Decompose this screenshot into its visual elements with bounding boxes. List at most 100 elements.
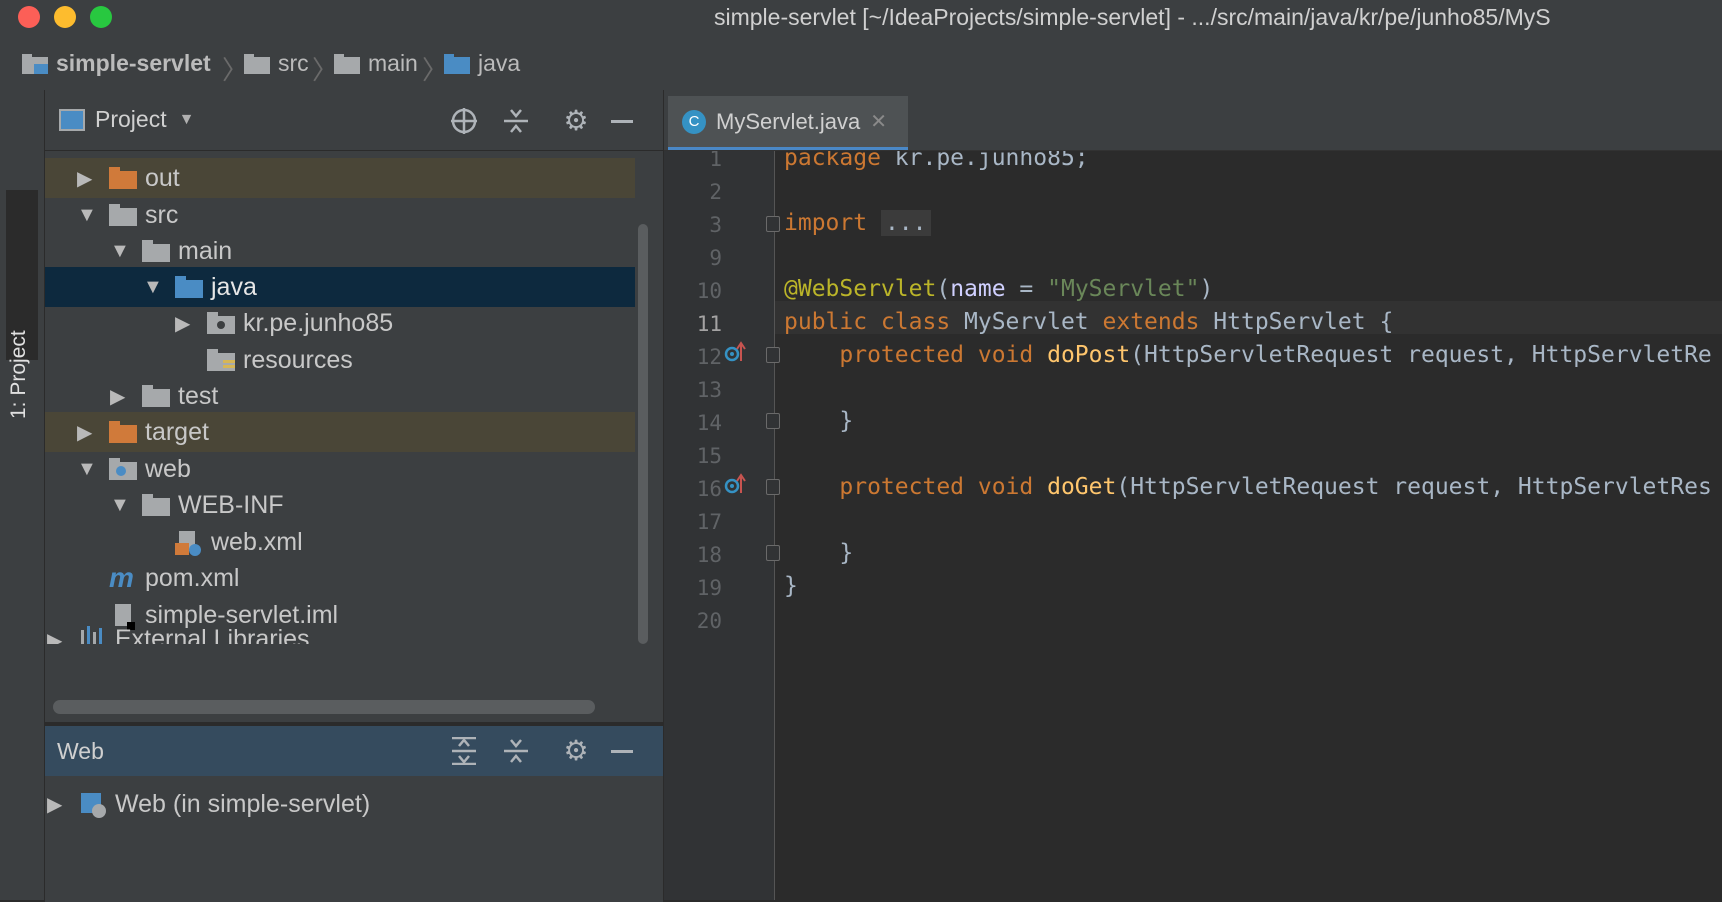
collapse-arrow-icon[interactable]: ▼ bbox=[110, 494, 132, 517]
tree-item-test[interactable]: ▶ test bbox=[45, 376, 635, 416]
web-facet-item[interactable]: ▶ Web (in simple-servlet) bbox=[45, 784, 635, 824]
tree-item-package[interactable]: ▶ kr.pe.junho85 bbox=[45, 303, 635, 343]
xml-file-icon bbox=[175, 531, 203, 556]
zoom-window-button[interactable] bbox=[90, 6, 112, 28]
chevron-down-icon: ▼ bbox=[178, 110, 195, 128]
web-panel-title: Web bbox=[57, 738, 104, 764]
tree-vertical-scrollbar[interactable] bbox=[638, 224, 648, 644]
tree-item-label: java bbox=[211, 272, 257, 301]
breadcrumb-item-main[interactable]: main bbox=[334, 48, 418, 78]
source-folder-icon bbox=[175, 276, 203, 298]
fold-toggle-icon[interactable] bbox=[766, 347, 780, 363]
gear-icon: ⚙ bbox=[563, 105, 589, 136]
code-keyword: extends bbox=[1102, 309, 1200, 335]
expand-arrow-icon[interactable]: ▶ bbox=[110, 384, 132, 409]
fold-toggle-icon[interactable] bbox=[766, 479, 780, 495]
package-icon bbox=[207, 312, 235, 334]
tab-myservlet-java[interactable]: C MyServlet.java ✕ bbox=[668, 96, 908, 150]
expand-arrow-icon[interactable]: ▶ bbox=[47, 618, 69, 644]
override-method-icon[interactable] bbox=[724, 473, 746, 495]
line-number: 14 bbox=[696, 411, 722, 435]
fold-toggle-icon[interactable] bbox=[766, 216, 780, 232]
tree-item-main[interactable]: ▼ main bbox=[45, 231, 635, 271]
collapse-arrow-icon[interactable]: ▼ bbox=[77, 458, 99, 481]
maven-icon: m bbox=[109, 562, 134, 593]
code-text: HttpServletRes bbox=[1504, 474, 1712, 500]
minimize-icon bbox=[611, 119, 633, 123]
project-tool-window-button[interactable]: 1: Project bbox=[6, 190, 38, 419]
libraries-icon bbox=[79, 626, 107, 644]
tree-horizontal-scrollbar[interactable] bbox=[53, 700, 595, 714]
tree-item-web[interactable]: ▼ web bbox=[45, 449, 635, 489]
minimize-window-button[interactable] bbox=[54, 6, 76, 28]
web-facet-icon bbox=[79, 793, 107, 818]
web-facet-label: Web (in simple-servlet) bbox=[115, 789, 371, 818]
tree-item-web-inf[interactable]: ▼ WEB-INF bbox=[45, 485, 635, 525]
project-panel: Project ▼ ⚙ ▶ out ▼ src ▼ main ▼ java ▶ … bbox=[45, 90, 664, 722]
tree-item-label: main bbox=[178, 236, 233, 265]
line-number: 12 bbox=[696, 345, 722, 369]
tree-item-label: out bbox=[145, 163, 180, 192]
breadcrumb-item-project[interactable]: simple-servlet bbox=[22, 48, 211, 78]
expand-arrow-icon[interactable]: ▶ bbox=[77, 166, 99, 191]
tree-item-src[interactable]: ▼ src bbox=[45, 195, 635, 235]
code-text: HttpServletRe bbox=[1517, 342, 1712, 368]
collapse-arrow-icon[interactable]: ▼ bbox=[110, 240, 132, 263]
line-number: 18 bbox=[696, 543, 722, 567]
minimize-icon bbox=[611, 749, 633, 753]
line-number: 15 bbox=[696, 444, 722, 468]
title-bar: simple-servlet [~/IdeaProjects/simple-se… bbox=[0, 0, 1722, 37]
code-line-16: protected void doGet(HttpServletRequest … bbox=[784, 474, 1712, 500]
code-text: ( bbox=[936, 276, 951, 302]
project-panel-header: Project ▼ ⚙ bbox=[45, 90, 663, 151]
project-folder-icon bbox=[22, 53, 48, 74]
expand-arrow-icon[interactable]: ▶ bbox=[175, 311, 197, 336]
hide-panel-button[interactable] bbox=[607, 736, 637, 766]
collapse-all-button[interactable] bbox=[501, 736, 531, 766]
tree-item-web-xml[interactable]: web.xml bbox=[45, 522, 635, 562]
code-line-10: @WebServlet(name = "MyServlet") bbox=[784, 276, 1213, 302]
excluded-folder-icon bbox=[109, 167, 137, 189]
line-number: 3 bbox=[709, 213, 722, 237]
tree-item-resources[interactable]: resources bbox=[45, 340, 635, 380]
code-text: (HttpServletRequest request, bbox=[1130, 342, 1518, 368]
folded-import-block[interactable]: ... bbox=[880, 210, 931, 236]
fold-toggle-icon[interactable] bbox=[766, 545, 780, 561]
close-window-button[interactable] bbox=[18, 6, 40, 28]
tree-item-external-libraries[interactable]: ▶ External Libraries bbox=[45, 618, 635, 644]
code-text: HttpServlet { bbox=[1199, 309, 1394, 335]
tree-item-label: pom.xml bbox=[145, 563, 240, 592]
breadcrumb-item-java[interactable]: java bbox=[444, 48, 520, 78]
project-view-selector[interactable]: Project ▼ bbox=[59, 106, 194, 133]
close-icon[interactable]: ✕ bbox=[870, 109, 887, 134]
collapse-all-button[interactable] bbox=[501, 106, 531, 136]
code-keyword: package bbox=[784, 151, 881, 171]
resources-folder-icon bbox=[207, 349, 235, 371]
tree-item-label: resources bbox=[243, 345, 353, 374]
crosshair-icon bbox=[451, 108, 477, 134]
collapse-arrow-icon[interactable]: ▼ bbox=[77, 204, 99, 227]
expand-arrow-icon[interactable]: ▶ bbox=[77, 420, 99, 445]
expand-all-button[interactable] bbox=[449, 736, 479, 766]
collapse-arrow-icon[interactable]: ▼ bbox=[143, 276, 165, 299]
window-title: simple-servlet [~/IdeaProjects/simple-se… bbox=[714, 4, 1551, 30]
tree-item-target[interactable]: ▶ target bbox=[45, 412, 635, 452]
tree-item-label: WEB-INF bbox=[178, 490, 284, 519]
project-settings-button[interactable]: ⚙ bbox=[561, 106, 591, 136]
hide-panel-button[interactable] bbox=[607, 106, 637, 136]
fold-toggle-icon[interactable] bbox=[766, 413, 780, 429]
breadcrumb-item-src[interactable]: src bbox=[244, 48, 309, 78]
expand-arrow-icon[interactable]: ▶ bbox=[47, 792, 69, 817]
tree-item-out[interactable]: ▶ out bbox=[45, 158, 635, 198]
override-method-icon[interactable] bbox=[724, 341, 746, 363]
code-line-3: import ... bbox=[784, 210, 931, 236]
code-editor[interactable]: 1 2 3 9 10 11 12 13 14 15 16 17 18 19 20… bbox=[664, 151, 1722, 900]
editor-tab-bar: C MyServlet.java ✕ bbox=[664, 90, 1722, 151]
web-settings-button[interactable]: ⚙ bbox=[561, 736, 591, 766]
tree-item-java[interactable]: ▼ java bbox=[45, 267, 635, 307]
locate-file-button[interactable] bbox=[449, 106, 479, 136]
code-line-18: } bbox=[784, 540, 854, 566]
tree-item-label: External Libraries bbox=[115, 625, 310, 644]
tree-item-pom[interactable]: m pom.xml bbox=[45, 558, 635, 598]
java-class-icon: C bbox=[682, 109, 706, 134]
